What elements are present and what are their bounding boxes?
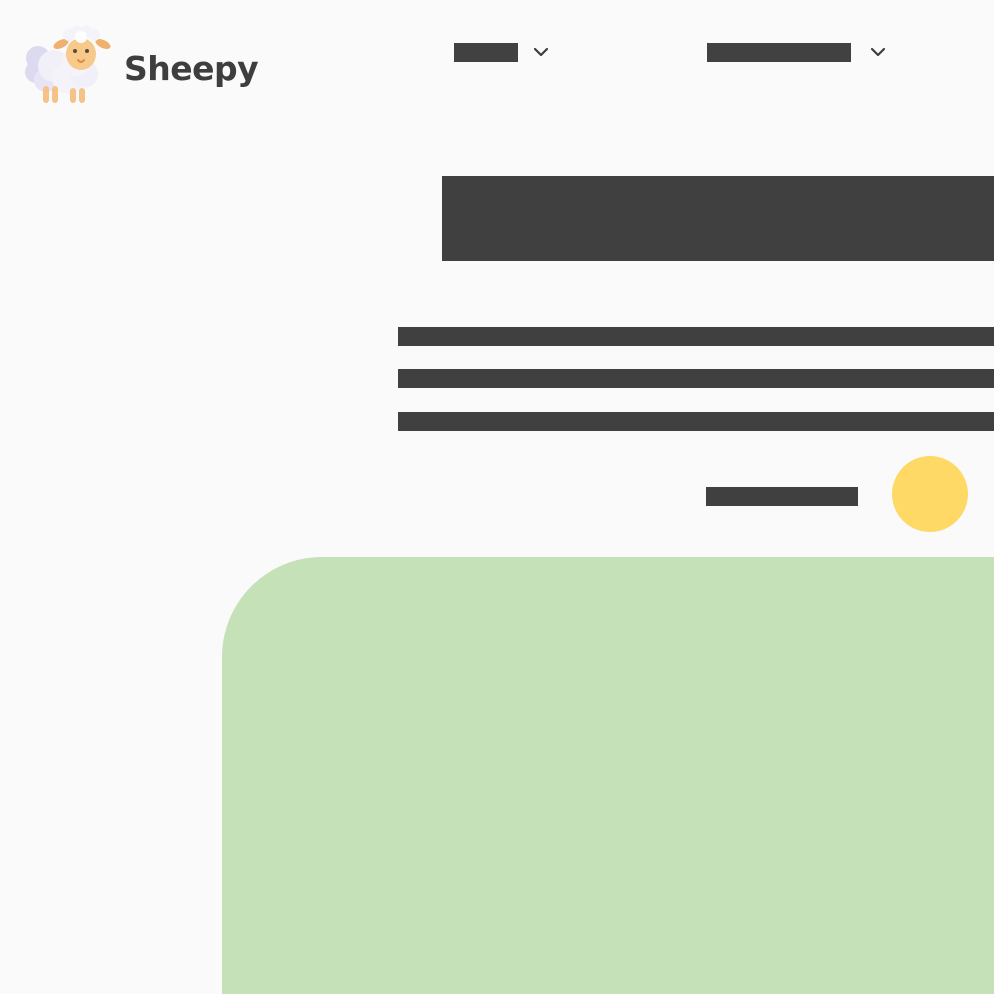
nav-item-1-label xyxy=(454,42,518,62)
nav-item-2-label xyxy=(707,42,851,62)
nav-item-2[interactable] xyxy=(707,38,887,66)
nav-item-1[interactable] xyxy=(454,38,550,66)
hero-description-line-2 xyxy=(398,369,994,388)
hero-description-line-3 xyxy=(398,412,994,431)
page: Sheepy xyxy=(0,0,994,994)
chevron-down-icon xyxy=(533,47,549,57)
cta-circle-button[interactable] xyxy=(892,456,968,532)
sheep-icon xyxy=(25,25,111,103)
chevron-down-icon xyxy=(870,47,886,57)
cta-link[interactable] xyxy=(706,487,858,506)
hero-image-panel xyxy=(222,557,994,994)
hero-title xyxy=(442,176,994,261)
brand-logo-link[interactable]: Sheepy xyxy=(24,22,259,108)
hero-description-line-1 xyxy=(398,327,994,346)
brand-name: Sheepy xyxy=(124,49,259,88)
